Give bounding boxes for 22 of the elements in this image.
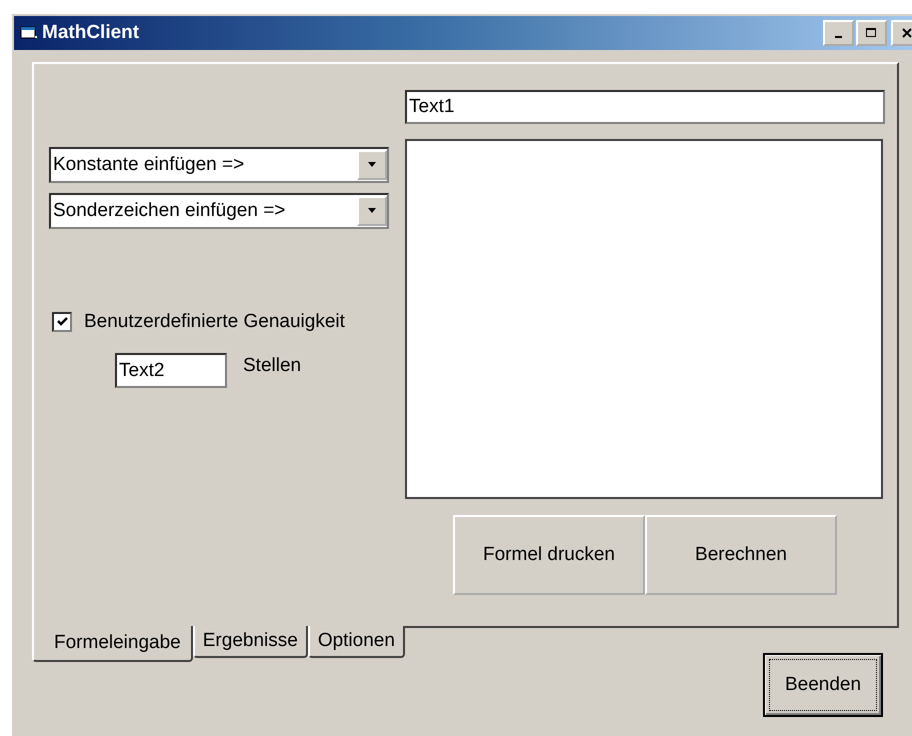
dropdown-arrow-icon xyxy=(367,162,377,168)
close-icon xyxy=(902,28,912,38)
checkmark-icon xyxy=(56,317,68,327)
minimize-icon xyxy=(835,36,842,38)
tab[interactable]: Formeleingabe xyxy=(32,626,193,662)
tab[interactable]: Optionen xyxy=(308,626,405,658)
window-icon xyxy=(20,25,38,41)
maximize-icon xyxy=(866,28,877,38)
dropdown-arrow-icon xyxy=(367,208,377,214)
maximize-button[interactable] xyxy=(856,20,887,46)
input-field[interactable]: Text2 xyxy=(115,353,227,388)
checkbox[interactable] xyxy=(52,312,72,332)
tab[interactable]: Ergebnisse xyxy=(192,626,308,658)
window-title: MathClient xyxy=(42,22,140,44)
action-button[interactable]: Formel drucken xyxy=(453,515,645,595)
exit-button[interactable]: Beenden xyxy=(763,653,883,717)
checkbox-label: Benutzerdefinierte Genauigkeit xyxy=(84,311,345,333)
dropdown[interactable]: Sonderzeichen einfügen => xyxy=(49,193,389,229)
dropdown[interactable]: Konstante einfügen => xyxy=(49,147,389,183)
action-button[interactable]: Berechnen xyxy=(645,515,837,595)
input-field[interactable]: Text1 xyxy=(405,90,885,124)
field-label: Stellen xyxy=(243,355,302,377)
